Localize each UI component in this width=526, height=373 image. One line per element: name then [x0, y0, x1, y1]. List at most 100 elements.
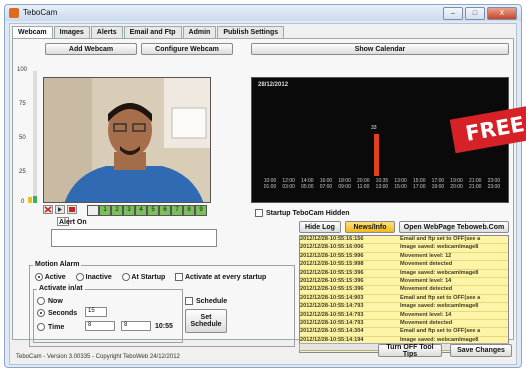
cam-grid-icon[interactable]	[43, 205, 53, 214]
graph-time-bottom: 20:00	[450, 184, 463, 190]
alarm-inactive-option[interactable]: Inactive	[75, 273, 112, 281]
open-webpage-button[interactable]: Open WebPage Teboweb.Com	[399, 221, 509, 233]
activate-now-label: Now	[48, 297, 63, 305]
activate-now-radio[interactable]	[37, 297, 45, 305]
activate-time-radio[interactable]	[37, 323, 45, 331]
tab-images[interactable]: Images	[53, 26, 90, 38]
cam-grid-stop-icon[interactable]	[67, 205, 77, 214]
log-timestamp: 2012/12/28-10:55:14:903	[300, 294, 364, 301]
log-message: Email and ftp set to OFF(see a	[400, 236, 481, 242]
show-calendar-button[interactable]: Show Calendar	[251, 43, 509, 55]
log-timestamp: 2012/12/28-10:55:14:304	[300, 328, 364, 335]
scale-label-0: 0	[21, 199, 25, 205]
activate-title: Activate in/at	[37, 285, 85, 292]
graph-time-bottom: 01:00	[263, 184, 277, 190]
alarm-active-label: Active	[44, 273, 66, 281]
tab-email-ftp[interactable]: Email and Ftp	[123, 26, 182, 38]
camera-cell[interactable]: 8	[183, 205, 195, 216]
status-bar: TeboCam - Version 3.00335 - Copyright Te…	[16, 354, 180, 360]
camera-cell[interactable]: 5	[147, 205, 159, 216]
log-message: Email and ftp set to OFF(see a	[400, 294, 481, 301]
graph-time-label: 17:00 19:00	[430, 178, 446, 190]
camera-cell[interactable]: 2	[111, 205, 123, 216]
log-message: Movement level: 12	[400, 252, 452, 259]
schedule-option[interactable]: Schedule	[185, 297, 227, 305]
level-marker[interactable]	[28, 197, 32, 203]
camera-cell[interactable]: 7	[171, 205, 183, 216]
camera-cell[interactable]	[87, 205, 99, 216]
log-timestamp: 2012/12/28-10:55:15:998	[300, 261, 364, 268]
alarm-at-startup-option[interactable]: At Startup	[121, 273, 165, 281]
activate-seconds-radio[interactable]	[37, 309, 45, 317]
camera-selector-grid: 123456789	[87, 205, 207, 216]
log-message: Image saved: webcamImage8	[400, 244, 479, 251]
graph-time-bottom: 09:00	[338, 184, 351, 190]
log-entry: 2012/12/28-10:55:15:396 Movement level: 1…	[300, 277, 508, 287]
hour-stepper[interactable]: 8	[85, 321, 115, 331]
title-bar: TeboCam – □ X	[5, 5, 521, 21]
alarm-active-option[interactable]: Active	[35, 273, 66, 281]
minute-stepper[interactable]: 8	[121, 321, 151, 331]
log-message: Movement detected	[400, 319, 453, 326]
log-timestamp: 2012/12/28-10:55:15:396	[300, 277, 364, 284]
startup-hidden-label: Startup TeboCam Hidden	[266, 209, 350, 217]
app-icon	[9, 8, 19, 18]
log-message: Email and ftp set to OFF(see a	[400, 328, 481, 335]
camera-cell[interactable]: 4	[135, 205, 147, 216]
alarm-active-radio[interactable]	[35, 273, 43, 281]
activate-now-option[interactable]: Now	[37, 297, 63, 305]
activate-every-startup-checkbox[interactable]	[175, 273, 184, 281]
alarm-at-startup-radio[interactable]	[121, 273, 130, 281]
scale-label-75: 75	[19, 101, 26, 107]
motion-alarm-title: Motion Alarm	[33, 261, 82, 268]
graph-time-bottom: 05:00	[301, 184, 314, 190]
seconds-input[interactable]: 15	[85, 307, 107, 317]
graph-time-label: 12:00 03:00	[281, 178, 297, 190]
startup-hidden-checkbox[interactable]	[255, 209, 263, 217]
graph-time-label: 13:00 15:00	[393, 178, 409, 190]
camera-cell[interactable]: 6	[159, 205, 171, 216]
activate-every-startup-label: Activate at every startup	[184, 273, 267, 281]
tab-admin[interactable]: Admin	[182, 26, 217, 38]
activate-every-startup-option[interactable]: Activate at every startup	[175, 273, 266, 281]
camera-cell[interactable]: 1	[99, 205, 111, 216]
main-body: Webcam Images Alerts Email and Ftp Admin…	[9, 23, 517, 365]
camera-cell[interactable]: 3	[123, 205, 135, 216]
motion-level-fill	[33, 196, 37, 203]
hide-log-button[interactable]: Hide Log	[299, 221, 341, 233]
camera-cell[interactable]: 9	[195, 205, 207, 216]
activity-log[interactable]: 2012/12/28-10:55:16:156 Email and ftp set…	[299, 235, 509, 353]
graph-bar-peak	[374, 134, 379, 176]
graph-time-bottom: 17:00	[412, 184, 426, 190]
alarm-inactive-radio[interactable]	[75, 273, 84, 281]
scale-label-100: 100	[17, 67, 28, 73]
graph-date: 28/12/2012	[258, 82, 289, 88]
schedule-checkbox[interactable]	[185, 297, 193, 305]
activate-seconds-option[interactable]: Seconds	[37, 309, 77, 317]
app-window: TeboCam – □ X Webcam Images Alerts Email…	[4, 4, 522, 368]
log-entry: 2012/12/28-10:55:14:793 Movement level: 1…	[300, 312, 508, 320]
tab-publish-settings[interactable]: Publish Settings	[217, 26, 285, 38]
log-timestamp: 2012/12/28-10:55:15:396	[300, 269, 364, 276]
news-info-button[interactable]: News/Info	[345, 221, 395, 233]
activate-time-option[interactable]: Time	[37, 323, 64, 331]
alert-on-label: Alert On	[59, 219, 87, 226]
startup-hidden-option[interactable]: Startup TeboCam Hidden	[255, 209, 349, 217]
maximize-button[interactable]: □	[465, 7, 485, 20]
minimize-button[interactable]: –	[443, 7, 463, 20]
set-schedule-button[interactable]: Set Schedule	[185, 309, 227, 333]
window-controls: – □ X	[443, 7, 517, 20]
graph-time-bottom: 23:00	[487, 184, 501, 190]
close-button[interactable]: X	[487, 7, 517, 20]
tab-webcam[interactable]: Webcam	[12, 26, 53, 38]
log-timestamp: 2012/12/28-10:55:15:996	[300, 252, 364, 259]
cam-grid-nav-icon[interactable]	[55, 205, 65, 214]
tab-alerts[interactable]: Alerts	[90, 26, 123, 38]
tab-strip: Webcam Images Alerts Email and Ftp Admin…	[12, 26, 285, 38]
configure-webcam-button[interactable]: Configure Webcam	[141, 43, 233, 55]
activate-seconds-label: Seconds	[48, 309, 78, 317]
camera-name-field[interactable]	[51, 229, 217, 247]
add-webcam-button[interactable]: Add Webcam	[45, 43, 137, 55]
graph-time-bottom: 15:00	[394, 184, 407, 190]
log-timestamp: 2012/12/28-10:55:15:396	[300, 286, 364, 293]
